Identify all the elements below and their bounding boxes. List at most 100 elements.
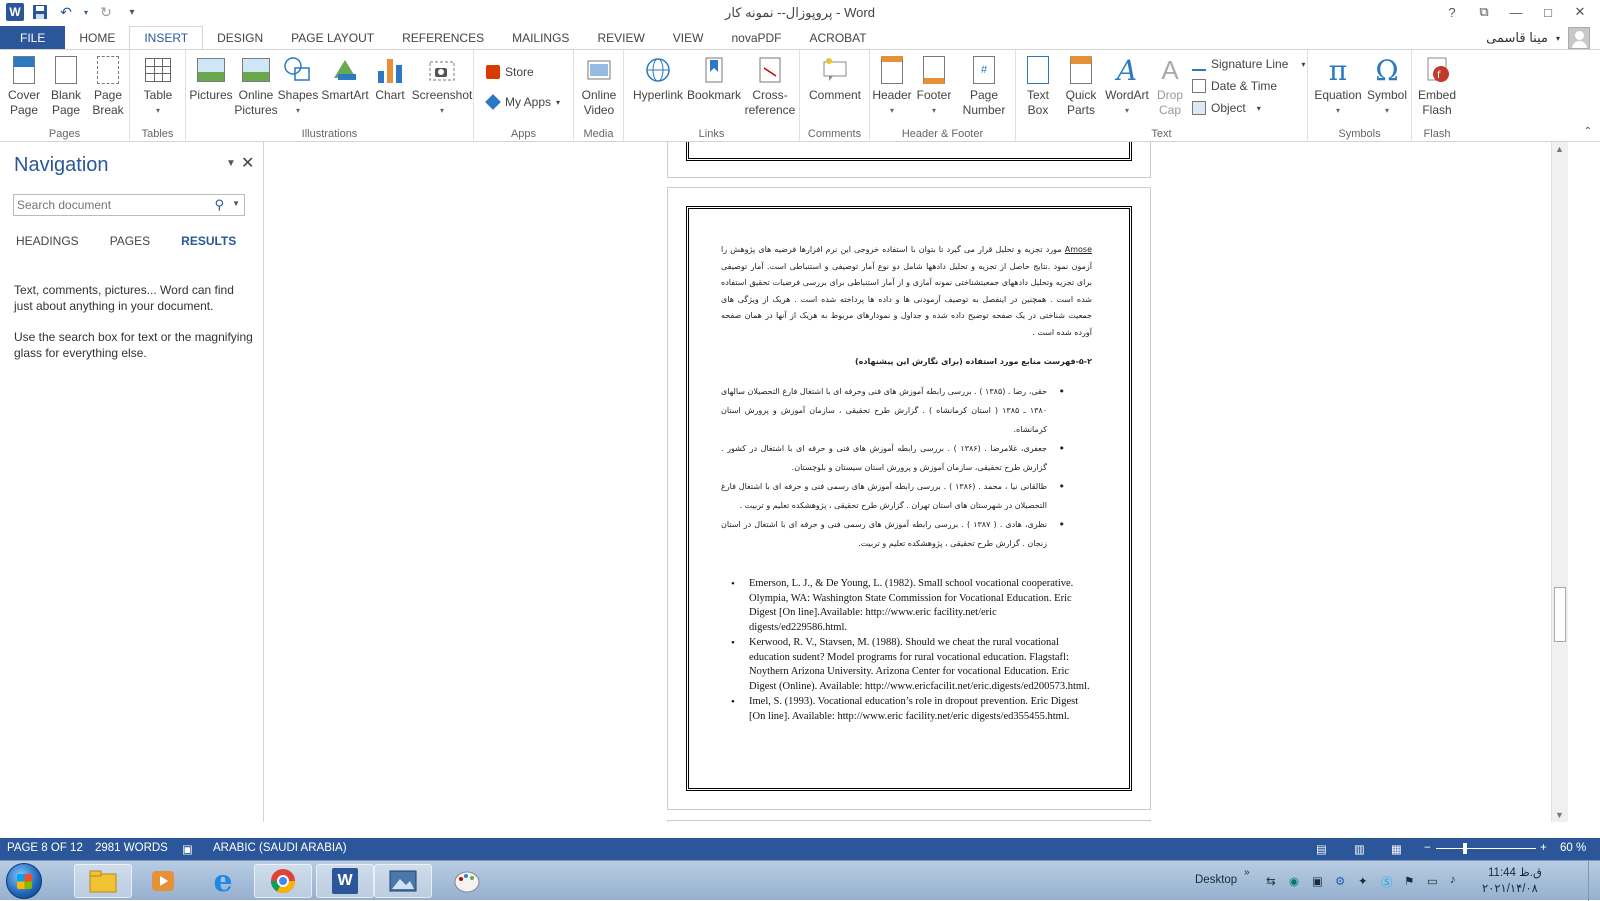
tab-design[interactable]: DESIGN [203,26,277,50]
flag-icon[interactable]: ⚑ [1404,874,1414,888]
print-layout-icon[interactable]: ▥ [1354,842,1365,856]
photo-viewer-taskbar-item[interactable] [374,864,432,898]
zoom-slider-thumb[interactable] [1463,843,1467,854]
scroll-down-icon[interactable]: ▼ [1555,810,1564,820]
tab-insert[interactable]: INSERT [129,26,204,50]
app-tray-icon[interactable]: ◉ [1289,874,1299,888]
chart-button[interactable]: Chart [368,54,412,103]
clock-date[interactable]: ۲۰۲۱/۱۴/۰۸ [1482,881,1538,895]
hyperlink-button[interactable]: Hyperlink [628,54,688,103]
word-count[interactable]: 2981 WORDS [95,842,168,854]
search-icon[interactable]: ⚲ [214,197,224,213]
user-account[interactable]: مینا قاسمی ▾ [1486,26,1590,50]
bookmark-button[interactable]: Bookmark [686,54,742,103]
close-icon[interactable]: ✕ [241,153,254,173]
monitor-icon[interactable]: ▣ [1312,874,1323,888]
shapes-button[interactable]: Shapes ▾ [276,54,320,118]
web-layout-icon[interactable]: ▦ [1391,842,1402,856]
chevron-down-icon: ▾ [1256,103,1261,113]
start-button[interactable] [6,863,42,899]
tab-novapdf[interactable]: novaPDF [717,26,795,50]
text-box-button[interactable]: Text Box [1016,54,1060,118]
page-number-icon: # [973,56,995,84]
chevron-right-icon[interactable]: » [1244,867,1250,878]
online-pictures-button[interactable]: Online Pictures [234,54,278,118]
proofing-icon[interactable]: ▣ [182,842,193,856]
desktop-toolbar-label[interactable]: Desktop [1195,874,1237,886]
tab-review[interactable]: REVIEW [583,26,658,50]
zoom-in-button[interactable]: + [1540,842,1547,854]
zoom-level[interactable]: 60 % [1560,842,1586,854]
quick-parts-label-1: Quick [1065,88,1097,102]
object-button[interactable]: Object ▾ [1192,98,1261,118]
language[interactable]: ARABIC (SAUDI ARABIA) [213,842,347,854]
maximize-button[interactable]: □ [1534,2,1562,22]
footer-button[interactable]: Footer ▾ [912,54,956,118]
page-number-button[interactable]: # Page Number [956,54,1012,118]
media-player-taskbar-item[interactable] [134,864,192,898]
signature-line-button[interactable]: Signature Line ▾ [1192,54,1305,74]
smartart-button[interactable]: SmartArt [320,54,370,103]
tab-pages[interactable]: PAGES [110,234,150,248]
symbol-button[interactable]: Ω Symbol ▾ [1364,54,1410,118]
document-area[interactable]: Amose مورد تجزیه و تحلیل قرار می گیرد تا… [265,142,1551,822]
quick-parts-button[interactable]: Quick Parts [1058,54,1104,118]
scroll-up-icon[interactable]: ▲ [1555,144,1564,154]
embed-flash-button[interactable]: f Embed Flash [1415,54,1459,118]
volume-icon[interactable]: ♪ [1450,874,1456,886]
skype-icon[interactable]: Ⓢ [1381,874,1393,890]
my-apps-button[interactable]: My Apps ▾ [485,92,560,112]
clock-time[interactable]: 11:44 ق.ظ [1488,865,1542,879]
blank-page-button[interactable]: Blank Page [44,54,88,118]
zoom-out-button[interactable]: − [1424,842,1431,854]
tray-icon[interactable]: ✦ [1358,874,1368,888]
pictures-button[interactable]: Pictures [186,54,236,103]
cross-reference-button[interactable]: Cross- reference [742,54,798,118]
date-time-button[interactable]: Date & Time [1192,76,1277,96]
help-button[interactable]: ? [1438,2,1466,22]
close-button[interactable]: ✕ [1566,2,1594,22]
wordart-button[interactable]: A WordArt ▾ [1102,54,1152,118]
cover-page-button[interactable]: Cover Page [2,54,46,118]
vertical-scrollbar[interactable]: ▲ ▼ [1551,142,1568,822]
chevron-down-icon[interactable]: ▼ [226,158,236,169]
chevron-down-icon[interactable]: ▼ [232,199,240,208]
table-button[interactable]: Table ▾ [136,54,180,118]
page-count[interactable]: PAGE 8 OF 12 [7,842,83,854]
online-video-button[interactable]: Online Video [577,54,621,118]
explorer-taskbar-item[interactable] [74,864,132,898]
header-button[interactable]: Header ▾ [870,54,914,118]
chrome-taskbar-item[interactable] [254,864,312,898]
equation-button[interactable]: π Equation ▾ [1310,54,1366,118]
comment-button[interactable]: Comment [805,54,865,103]
cover-page-icon [13,56,35,84]
hyperlink-label: Hyperlink [632,88,683,102]
tab-mailings[interactable]: MAILINGS [498,26,583,50]
tab-view[interactable]: VIEW [659,26,718,50]
settings-tray-icon[interactable]: ⚙ [1335,874,1345,888]
internet-explorer-taskbar-item[interactable]: e [194,864,252,899]
tab-home[interactable]: HOME [65,26,129,50]
search-input[interactable] [14,195,209,215]
tab-results[interactable]: RESULTS [181,234,236,248]
tab-acrobat[interactable]: ACROBAT [796,26,881,50]
network-icon[interactable]: ⇆ [1266,874,1276,888]
minimize-button[interactable]: — [1502,2,1530,22]
store-button[interactable]: Store [486,62,534,82]
ribbon-display-options-button[interactable]: ⧉ [1470,2,1498,22]
screenshot-button[interactable]: Screenshot ▾ [410,54,474,118]
scrollbar-thumb[interactable] [1554,587,1566,642]
read-mode-icon[interactable]: ▤ [1316,842,1327,856]
paint-taskbar-item[interactable] [438,864,496,898]
show-desktop-button[interactable] [1588,861,1600,901]
collapse-ribbon-icon[interactable]: ⌃ [1584,126,1592,137]
tab-page-layout[interactable]: PAGE LAYOUT [277,26,388,50]
display-icon[interactable]: ▭ [1427,874,1438,888]
tab-headings[interactable]: HEADINGS [16,234,79,248]
word-taskbar-item[interactable]: W [316,864,374,898]
drop-cap-button[interactable]: A Drop Cap [1150,54,1190,118]
zoom-slider[interactable] [1436,848,1536,849]
tab-references[interactable]: REFERENCES [388,26,498,50]
page-break-button[interactable]: Page Break [86,54,130,118]
tab-file[interactable]: FILE [0,26,66,50]
